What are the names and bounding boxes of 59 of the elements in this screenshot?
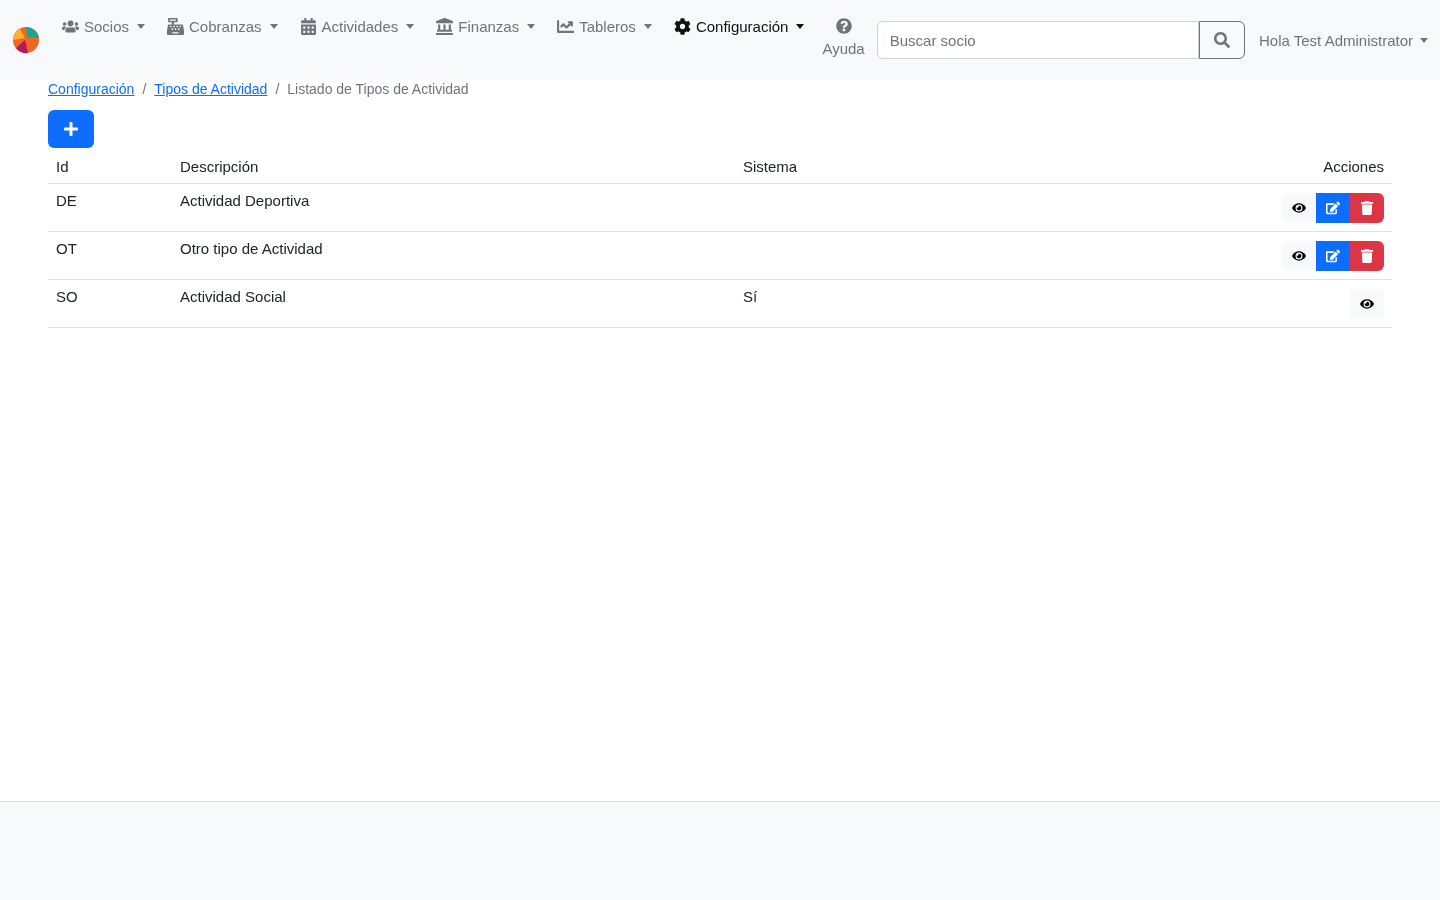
nav-menu[interactable]: Actividades	[291, 18, 423, 35]
table-cell: Sí	[735, 279, 981, 328]
help-link[interactable]: Ayuda	[818, 18, 865, 57]
breadcrumb-separator: /	[142, 81, 147, 97]
add-button[interactable]	[48, 110, 94, 148]
breadcrumb-link[interactable]: Tipos de Actividad	[154, 81, 268, 97]
view-button[interactable]	[1350, 289, 1384, 319]
eye-icon	[1292, 249, 1306, 263]
table-cell: OT	[48, 231, 172, 280]
view-button[interactable]	[1282, 193, 1316, 223]
search-button[interactable]	[1199, 21, 1246, 59]
help-label: Ayuda	[822, 40, 865, 57]
caret-icon	[643, 24, 652, 29]
help-icon	[835, 18, 852, 34]
chart-icon	[557, 18, 575, 35]
plus-icon	[63, 121, 79, 137]
nav-menu[interactable]: Socios	[54, 18, 154, 35]
calendar-icon	[299, 18, 317, 35]
search-icon	[1214, 32, 1231, 48]
column-header: Descripción	[172, 150, 735, 184]
caret-icon	[137, 24, 146, 29]
column-header: Acciones	[980, 150, 1392, 184]
nav-menu[interactable]: Cobranzas	[159, 18, 286, 35]
settings-icon	[673, 18, 691, 35]
table-cell: SO	[48, 279, 172, 328]
user-menu[interactable]: Hola Test Administrator	[1259, 31, 1428, 49]
nav-menu[interactable]: Configuración	[665, 18, 813, 35]
column-header: Id	[48, 150, 172, 184]
caret-icon	[406, 24, 415, 29]
column-header: Sistema	[735, 150, 981, 184]
edit-icon	[1326, 249, 1340, 263]
caret-icon	[796, 24, 805, 29]
caret-icon	[1420, 37, 1428, 43]
table-cell: DE	[48, 183, 172, 232]
delete-button[interactable]	[1350, 241, 1384, 271]
eye-icon	[1292, 201, 1306, 215]
breadcrumb-link[interactable]: Configuración	[48, 81, 135, 97]
table-cell: Actividad Deportiva	[172, 183, 735, 232]
delete-button[interactable]	[1350, 193, 1384, 223]
cash-register-icon	[167, 18, 185, 35]
edit-button[interactable]	[1316, 241, 1350, 271]
breadcrumb-text: Listado de Tipos de Actividad	[287, 81, 469, 97]
nav-menu[interactable]: Tableros	[549, 18, 660, 35]
caret-icon	[527, 24, 536, 29]
table-cell: Actividad Social	[172, 279, 735, 328]
trash-icon	[1360, 201, 1374, 215]
breadcrumb-separator: /	[275, 81, 280, 97]
edit-icon	[1326, 201, 1340, 215]
nav-menu[interactable]: Finanzas	[428, 18, 544, 35]
caret-icon	[269, 24, 278, 29]
logo-icon[interactable]	[12, 26, 40, 54]
edit-button[interactable]	[1316, 193, 1350, 223]
users-icon	[62, 18, 79, 35]
bank-icon	[436, 18, 454, 35]
view-button[interactable]	[1282, 241, 1316, 271]
search-field[interactable]: Buscar socio	[876, 21, 1200, 59]
trash-icon	[1360, 249, 1374, 263]
table-cell: Otro tipo de Actividad	[172, 231, 735, 280]
eye-icon	[1360, 297, 1374, 311]
